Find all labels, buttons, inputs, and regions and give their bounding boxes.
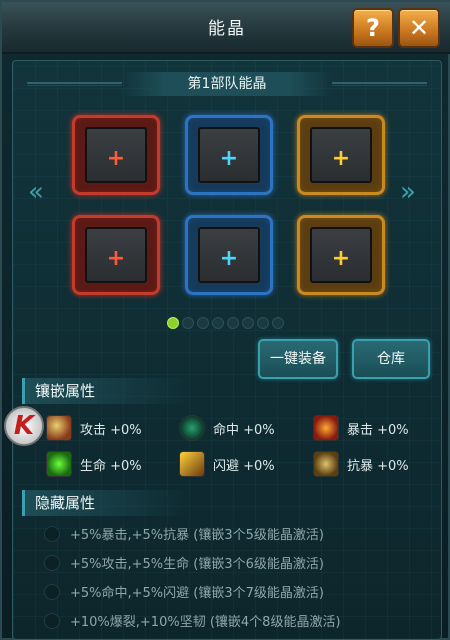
crystal-slot-2[interactable]: +	[185, 115, 273, 195]
stat-label: 命中 +0%	[213, 423, 275, 438]
page-dot[interactable]	[272, 317, 284, 329]
page-indicator	[167, 314, 287, 333]
crystal-slot-1[interactable]: +	[72, 115, 160, 195]
page-dot[interactable]	[167, 317, 179, 329]
k-logo-icon: K	[4, 406, 44, 446]
hidden-attributes-header: 隐藏属性	[22, 490, 192, 516]
slot-inner: +	[198, 227, 260, 283]
help-button[interactable]: ?	[352, 8, 394, 48]
crystal-slot-4[interactable]: +	[72, 215, 160, 295]
crit-icon	[313, 415, 339, 441]
equip-all-button[interactable]: 一键装备	[258, 339, 338, 379]
add-plus-icon: +	[331, 146, 351, 171]
inactive-indicator-icon	[44, 613, 60, 629]
close-button[interactable]: ✕	[398, 8, 440, 48]
stat-label: 闪避 +0%	[213, 459, 275, 474]
squad-title: 第1部队能晶	[122, 72, 332, 96]
inactive-indicator-icon	[44, 555, 60, 571]
crystal-slot-5[interactable]: +	[185, 215, 273, 295]
page-dot[interactable]	[242, 317, 254, 329]
page-dot[interactable]	[257, 317, 269, 329]
slot-inner: +	[85, 127, 147, 183]
add-plus-icon: +	[106, 246, 126, 271]
dodge-icon	[179, 451, 205, 477]
hit-icon	[179, 415, 205, 441]
page-dot[interactable]	[227, 317, 239, 329]
add-plus-icon: +	[106, 146, 126, 171]
inactive-indicator-icon	[44, 526, 60, 542]
anti-crit-shield-icon	[313, 451, 339, 477]
hidden-attribute-row: +10%爆裂,+10%坚韧 (镶嵌4个8级能晶激活)	[42, 609, 432, 631]
crystal-slot-3[interactable]: +	[297, 115, 385, 195]
stat-label: 攻击 +0%	[80, 423, 142, 438]
hidden-attribute-row: +5%暴击,+5%抗暴 (镶嵌3个5级能晶激活)	[42, 522, 432, 544]
crystal-slot-6[interactable]: +	[297, 215, 385, 295]
page-dot[interactable]	[212, 317, 224, 329]
title-decoration-right	[332, 82, 427, 86]
prev-page-arrow-icon[interactable]: «	[28, 177, 44, 207]
attack-icon	[46, 415, 72, 441]
page-dot[interactable]	[197, 317, 209, 329]
add-plus-icon: +	[219, 246, 239, 271]
hidden-attribute-text: +5%攻击,+5%生命 (镶嵌3个6级能晶激活)	[70, 557, 324, 572]
hidden-attribute-row: +5%命中,+5%闪避 (镶嵌3个7级能晶激活)	[42, 580, 432, 602]
slot-inner: +	[310, 127, 372, 183]
inlay-attributes-header: 镶嵌属性	[22, 378, 192, 404]
slot-inner: +	[198, 127, 260, 183]
next-page-arrow-icon[interactable]: »	[400, 177, 416, 207]
page-dot[interactable]	[182, 317, 194, 329]
energy-crystal-window: 能晶 ? ✕ 第1部队能晶 « » + + + + + + 一键装备 仓库 镶嵌…	[0, 0, 450, 640]
title-decoration-left	[27, 82, 122, 86]
stat-label: 生命 +0%	[80, 459, 142, 474]
add-plus-icon: +	[219, 146, 239, 171]
hidden-attribute-row: +5%攻击,+5%生命 (镶嵌3个6级能晶激活)	[42, 551, 432, 573]
slot-inner: +	[310, 227, 372, 283]
storage-button[interactable]: 仓库	[352, 339, 430, 379]
add-plus-icon: +	[331, 246, 351, 271]
hidden-attribute-text: +10%爆裂,+10%坚韧 (镶嵌4个8级能晶激活)	[70, 615, 341, 630]
slot-inner: +	[85, 227, 147, 283]
hidden-attribute-text: +5%暴击,+5%抗暴 (镶嵌3个5级能晶激活)	[70, 528, 324, 543]
hidden-attribute-text: +5%命中,+5%闪避 (镶嵌3个7级能晶激活)	[70, 586, 324, 601]
life-heart-icon	[46, 451, 72, 477]
stat-label: 抗暴 +0%	[347, 459, 409, 474]
stat-label: 暴击 +0%	[347, 423, 409, 438]
inactive-indicator-icon	[44, 584, 60, 600]
window-header: 能晶 ? ✕	[2, 2, 450, 54]
